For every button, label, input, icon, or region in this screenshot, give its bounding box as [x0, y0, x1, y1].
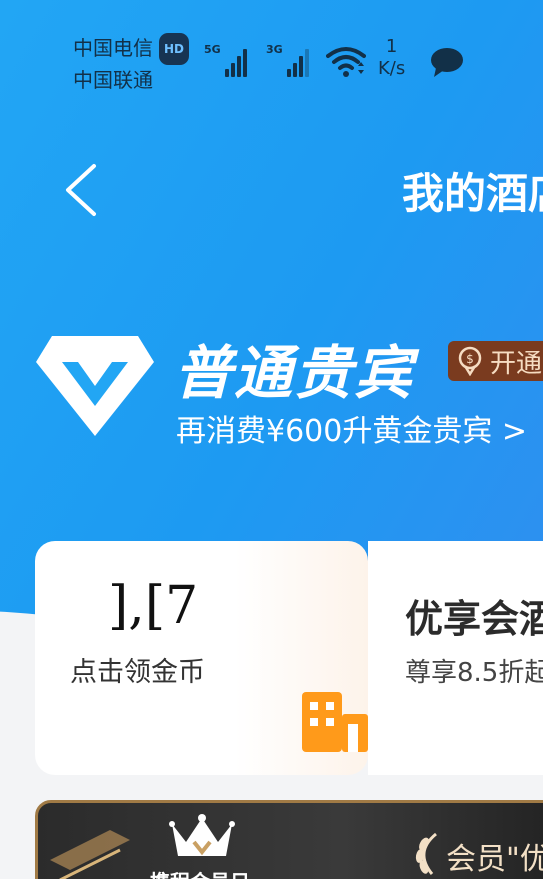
status-bar: 中国电信 HD 中国联通 5G 3G 1 K/s — [0, 0, 543, 100]
membership-level: 普通贵宾 — [174, 339, 415, 407]
network-speed: 1 K/s — [378, 36, 405, 80]
open-membership-button[interactable]: $ 开通 — [448, 341, 543, 381]
signal-1-label: 5G — [204, 43, 221, 56]
signal-3g-icon: 3G — [266, 43, 309, 77]
coin-pin-icon: $ — [458, 346, 482, 376]
upgrade-hint-link[interactable]: 再消费¥600升黄金贵宾 > — [176, 406, 527, 450]
gold-coins-value: ],[7 — [108, 576, 199, 636]
claim-coins-label: 点击领金币 — [70, 657, 205, 688]
speed-value: 1 — [385, 36, 398, 57]
carrier-2: 中国联通 — [73, 68, 153, 92]
member-day-label: 携程会员日 — [150, 866, 250, 879]
open-membership-label: 开通 — [490, 348, 543, 379]
preferred-hotel-subtitle: 尊享8.5折起 — [405, 658, 543, 688]
member-perk-label: 会员"优享" — [446, 842, 543, 877]
wifi-icon — [326, 47, 366, 77]
hotel-membership-screen: 中国电信 HD 中国联通 5G 3G 1 K/s 我的酒 普通贵宾 $ 开通 再… — [0, 0, 543, 879]
page-title: 我的酒店会员 — [402, 169, 543, 218]
laurel-icon — [415, 832, 437, 875]
vip-v-logo-icon — [36, 336, 154, 436]
gold-ribbon-decoration — [50, 830, 130, 879]
speed-unit: K/s — [378, 58, 406, 79]
preferred-hotel-title: 优享会酒店 — [405, 597, 543, 641]
carrier-1: 中国电信 — [73, 36, 153, 60]
svg-text:$: $ — [466, 352, 474, 366]
signal-5g-icon: 5G — [204, 43, 247, 77]
hotel-building-icon — [302, 692, 368, 752]
message-icon — [431, 48, 463, 77]
chevron-left-icon[interactable] — [62, 162, 102, 218]
crown-icon — [169, 814, 235, 856]
signal-2-label: 3G — [266, 43, 283, 56]
carrier-info: 中国电信 HD 中国联通 — [73, 33, 190, 95]
hd-badge: HD — [159, 33, 190, 65]
